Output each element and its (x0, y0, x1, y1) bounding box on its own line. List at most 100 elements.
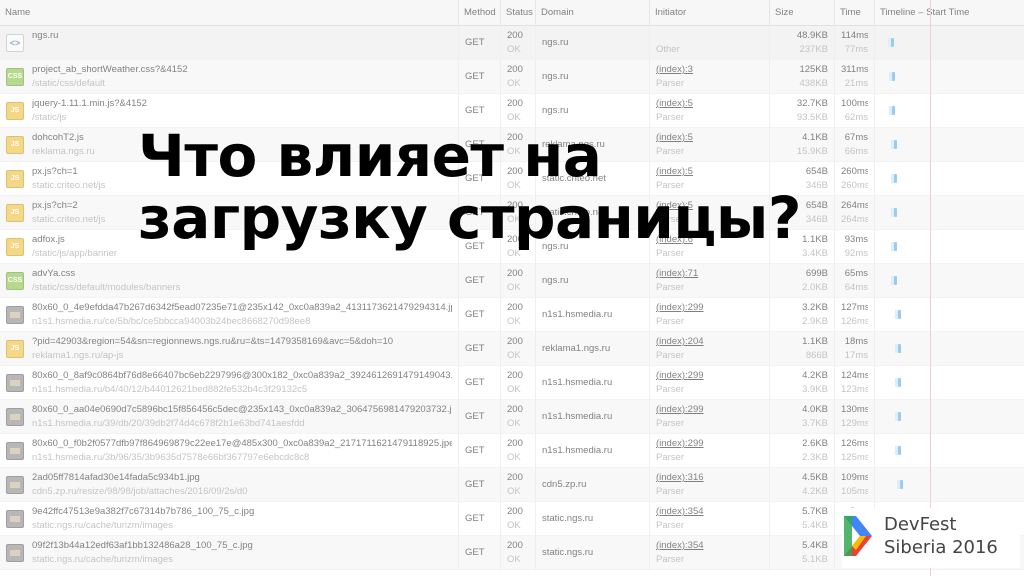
column-header-size[interactable]: Size (769, 0, 834, 26)
initiator-type: Parser (656, 554, 684, 565)
initiator-link[interactable]: (index):316 (656, 472, 763, 483)
cell-time: 124ms 123ms (834, 366, 874, 400)
request-name[interactable]: 80x60_0_f0b2f0577dfb97f864969879c22ee17e… (32, 438, 452, 449)
request-path: n1s1.hsmedia.ru/b4/40/12/b44012621bed882… (32, 384, 308, 395)
latency-time: 21ms (844, 78, 868, 89)
img-file-icon (6, 510, 24, 528)
cell-domain: n1s1.hsmedia.ru (535, 298, 649, 332)
request-name[interactable]: 09f2f13b44a12edf63af1bb132486a28_100_75_… (32, 540, 452, 551)
request-name[interactable]: 2ad05ff7814afad30e14fada5c934b1.jpg (32, 472, 452, 483)
cell-domain: n1s1.hsmedia.ru (535, 400, 649, 434)
table-row[interactable]: CSS advYa.css/static/css/default/modules/… (0, 264, 1024, 298)
table-row[interactable]: 80x60_0_8af9c0864bf76d8e66407bc6eb229799… (0, 366, 1024, 400)
initiator-link[interactable]: (index):5 (656, 98, 763, 109)
cell-name: 80x60_0_f0b2f0577dfb97f864969879c22ee17e… (0, 434, 458, 468)
timeline-download-bar (898, 378, 901, 387)
resource-size: 866B (805, 350, 828, 361)
transfer-size: 5.7KB (802, 506, 828, 517)
column-header-timeline[interactable]: Timeline – Start Time (874, 0, 1024, 26)
table-row[interactable]: 80x60_0_aa04e0690d7c5896bc15f856456c5dec… (0, 400, 1024, 434)
initiator-link[interactable]: (index):299 (656, 370, 763, 381)
initiator-link[interactable]: (index):299 (656, 302, 763, 313)
request-path: n1s1.hsmedia.ru/ce/5b/bc/ce5bbcca94003b2… (32, 316, 311, 327)
js-file-icon: JS (6, 136, 24, 154)
table-row[interactable]: <> ngs.ru GET 200 OK ngs.ru Other 48.9KB 237KB 11… (0, 26, 1024, 60)
request-domain: ngs.ru (542, 37, 569, 48)
request-name[interactable]: 80x60_0_aa04e0690d7c5896bc15f856456c5dec… (32, 404, 452, 415)
img-file-icon (6, 306, 24, 324)
initiator-link[interactable]: (index):5 (656, 132, 763, 143)
cell-method: GET (458, 434, 500, 468)
total-time: 67ms (844, 132, 868, 143)
cell-status: 200 OK (500, 536, 535, 570)
request-name[interactable]: jquery-1.11.1.min.js?&4152 (32, 98, 452, 109)
cell-status: 200 OK (500, 298, 535, 332)
latency-time: 64ms (844, 282, 868, 293)
request-name[interactable]: ngs.ru (32, 30, 452, 41)
request-name[interactable]: 80x60_0_4e9efdda47b267d6342f5ead07235e71… (32, 302, 452, 313)
request-domain: n1s1.hsmedia.ru (542, 377, 613, 388)
status-text: OK (507, 452, 521, 463)
request-name[interactable]: project_ab_shortWeather.css?&4152 (32, 64, 452, 75)
cell-timeline (874, 230, 1024, 264)
column-header-status[interactable]: Status (500, 0, 535, 26)
request-method: GET (465, 275, 485, 286)
cell-method: GET (458, 298, 500, 332)
column-header-method[interactable]: Method (458, 0, 500, 26)
cell-time: 18ms 17ms (834, 332, 874, 366)
table-row[interactable]: 80x60_0_f0b2f0577dfb97f864969879c22ee17e… (0, 434, 1024, 468)
cell-timeline (874, 434, 1024, 468)
status-code: 200 (507, 404, 523, 415)
initiator-link[interactable]: (index):299 (656, 404, 763, 415)
timeline-download-bar (892, 72, 895, 81)
status-code: 200 (507, 302, 523, 313)
cell-size: 699B 2.0KB (769, 264, 834, 298)
cell-size: 3.2KB 2.9KB (769, 298, 834, 332)
cell-initiator: (index):5 Parser (649, 128, 769, 162)
resource-size: 15.9KB (796, 146, 828, 157)
cell-time: 260ms 260ms (834, 162, 874, 196)
initiator-type: Other (656, 44, 680, 55)
initiator-link[interactable]: (index):299 (656, 438, 763, 449)
request-name[interactable]: 80x60_0_8af9c0864bf76d8e66407bc6eb229799… (32, 370, 452, 381)
request-path: static.ngs.ru/cache/turizm/images (32, 554, 173, 565)
timeline-download-bar (898, 310, 901, 319)
initiator-link[interactable]: (index):3 (656, 64, 763, 75)
latency-time: 105ms (841, 486, 868, 497)
total-time: 124ms (841, 370, 868, 381)
table-row[interactable]: 2ad05ff7814afad30e14fada5c934b1.jpg cdn5.… (0, 468, 1024, 502)
column-header-initiator[interactable]: Initiator (649, 0, 769, 26)
request-name[interactable]: 9e42ffc47513e9a382f7c67314b7b786_100_75_… (32, 506, 452, 517)
initiator-link[interactable]: (index):354 (656, 540, 763, 551)
column-header-domain[interactable]: Domain (535, 0, 649, 26)
status-text: OK (507, 418, 521, 429)
table-row[interactable]: 80x60_0_4e9efdda47b267d6342f5ead07235e71… (0, 298, 1024, 332)
css-file-icon: CSS (6, 272, 24, 290)
table-row[interactable]: CSS project_ab_shortWeather.css?&4152/sta… (0, 60, 1024, 94)
initiator-link[interactable]: (index):71 (656, 268, 763, 279)
slide-title-line-1: Что влияет на (138, 122, 602, 190)
cell-time: 100ms 62ms (834, 94, 874, 128)
initiator-type: Parser (656, 520, 684, 531)
initiator-link[interactable]: (index):5 (656, 166, 763, 177)
cell-initiator: (index):299 Parser (649, 298, 769, 332)
column-header-name[interactable]: Name (0, 0, 458, 26)
request-name[interactable]: advYa.css (32, 268, 452, 279)
resource-size: 5.4KB (802, 520, 828, 531)
cell-time: 130ms 129ms (834, 400, 874, 434)
initiator-link[interactable]: (index):204 (656, 336, 763, 347)
cell-method: GET (458, 264, 500, 298)
initiator-link[interactable]: (index):354 (656, 506, 763, 517)
cell-time: 264ms 264ms (834, 196, 874, 230)
table-row[interactable]: JS ?pid=42903&region=54&sn=regionnews.ngs… (0, 332, 1024, 366)
request-name[interactable]: ?pid=42903&region=54&sn=regionnews.ngs.r… (32, 336, 452, 347)
column-header-time[interactable]: Time (834, 0, 874, 26)
cell-size: 4.2KB 3.9KB (769, 366, 834, 400)
initiator-type: Parser (656, 452, 684, 463)
cell-method: GET (458, 536, 500, 570)
logo-text-siberia: Siberia 2016 (884, 537, 998, 558)
img-file-icon (6, 476, 24, 494)
js-file-icon: JS (6, 170, 24, 188)
cell-domain: ngs.ru (535, 60, 649, 94)
status-text: OK (507, 520, 521, 531)
